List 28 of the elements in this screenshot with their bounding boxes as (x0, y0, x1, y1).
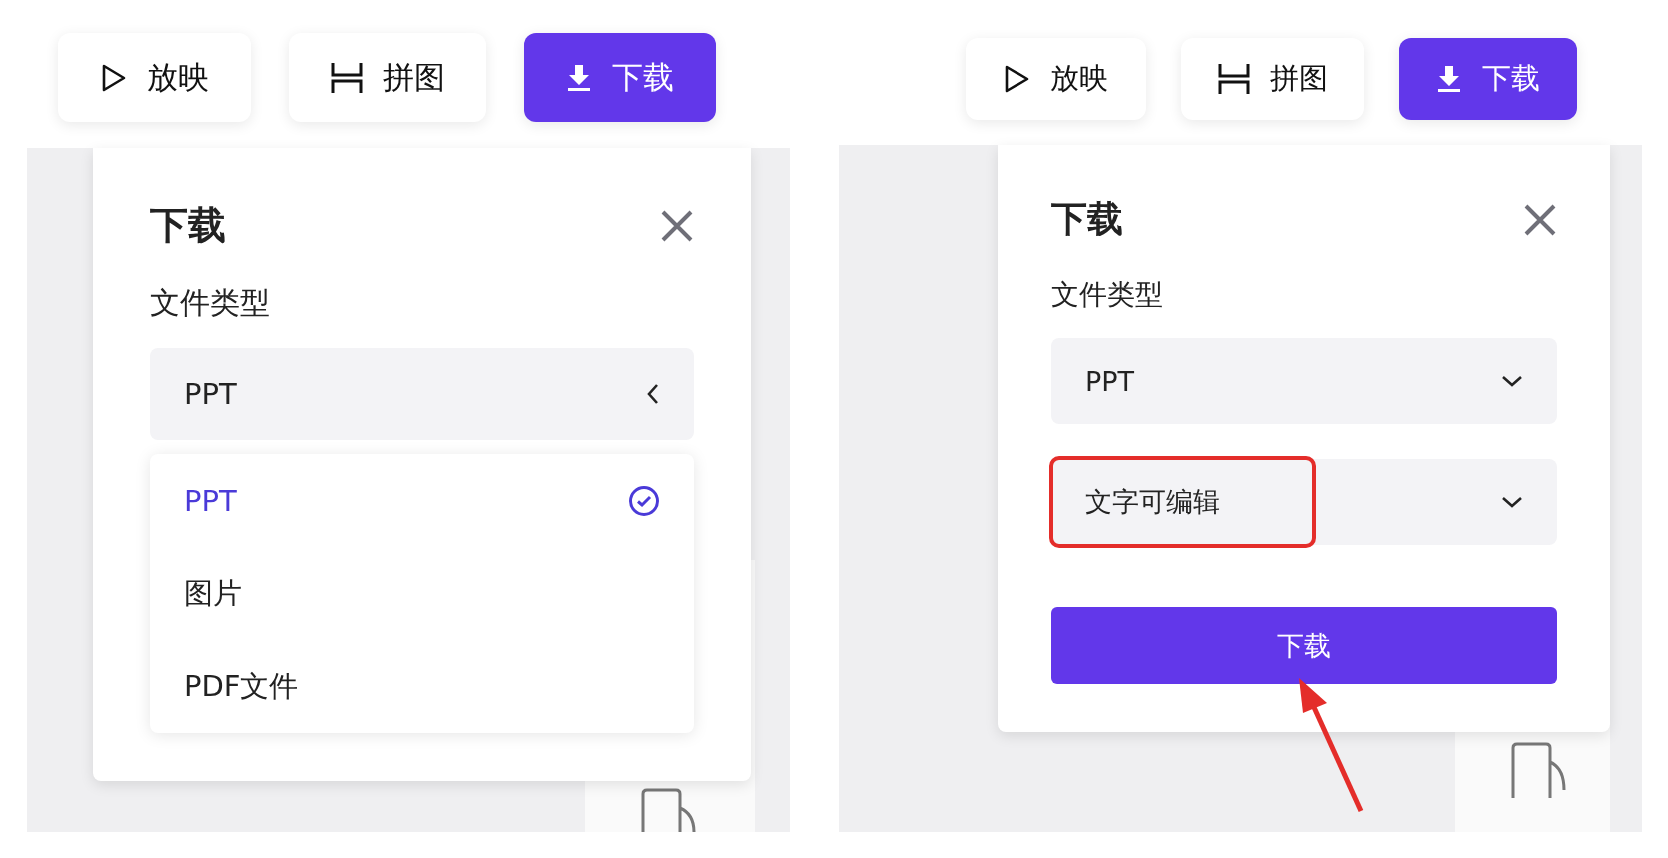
collage-icon (1217, 62, 1250, 96)
menu-option[interactable]: PPT (150, 454, 694, 547)
collage-button[interactable]: 拼图 (289, 33, 486, 122)
play-button[interactable]: 放映 (966, 38, 1146, 120)
close-icon[interactable] (660, 208, 694, 243)
play-icon (100, 62, 127, 93)
download-button[interactable]: 下载 (1399, 38, 1577, 120)
dialog-title: 下载 (150, 202, 226, 249)
select-field[interactable]: PPT (150, 348, 694, 440)
select-field[interactable]: 文字可编辑 (1051, 459, 1557, 545)
play-icon (1004, 64, 1030, 94)
collage-icon (330, 60, 363, 95)
menu-option[interactable]: PDF文件 (150, 640, 694, 733)
menu-option[interactable]: 图片 (150, 547, 694, 640)
select-field[interactable]: PPT (1051, 338, 1557, 424)
download-icon (1436, 64, 1462, 94)
download-icon (566, 62, 592, 93)
play-button[interactable]: 放映 (58, 33, 251, 122)
close-icon[interactable] (1523, 202, 1557, 237)
field-label: 文件类型 (1051, 277, 1164, 313)
document-icon (1510, 742, 1568, 798)
dialog-title: 下载 (1051, 197, 1123, 241)
download-button[interactable]: 下载 (524, 33, 716, 122)
download-button[interactable]: 下载 (1051, 607, 1557, 684)
check-circle-icon (628, 484, 660, 517)
document-icon (640, 788, 698, 832)
field-label: 文件类型 (150, 284, 271, 322)
collage-button[interactable]: 拼图 (1181, 38, 1364, 120)
